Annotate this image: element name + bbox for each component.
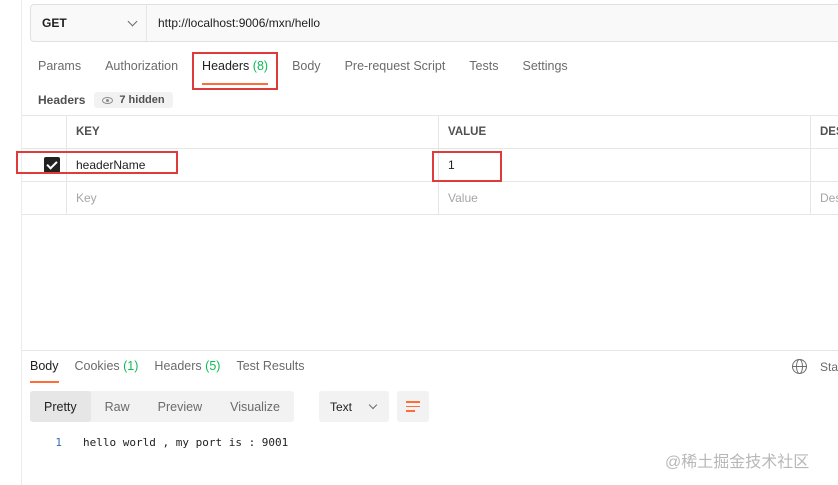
header-value-input[interactable]: 1	[439, 149, 811, 181]
table-row-new: Key Value Des	[22, 182, 838, 215]
headers-table: KEY VALUE DES headerName 1 Key Value Des	[22, 115, 838, 215]
new-description-input[interactable]: Des	[811, 182, 838, 214]
chevron-down-icon	[127, 16, 138, 26]
row-enable-cell	[22, 149, 67, 181]
view-mode-pretty[interactable]: Pretty	[30, 391, 91, 422]
tab-body[interactable]: Body	[292, 59, 321, 85]
response-tab-headers[interactable]: Headers (5)	[154, 359, 220, 383]
table-header-row: KEY VALUE DES	[22, 116, 838, 149]
format-label: Text	[330, 399, 353, 414]
tab-authorization[interactable]: Authorization	[105, 59, 178, 85]
view-mode-raw[interactable]: Raw	[91, 391, 144, 422]
row-enable-cell-empty	[22, 182, 67, 214]
checkbox-column-header	[22, 116, 67, 148]
request-tabs: Params Authorization Headers (8) Body Pr…	[38, 59, 592, 85]
header-key-input[interactable]: headerName	[67, 149, 439, 181]
tab-params[interactable]: Params	[38, 59, 81, 85]
table-row: headerName 1	[22, 149, 838, 182]
code-line: hello world , my port is : 9001	[83, 436, 289, 449]
hidden-headers-label: 7 hidden	[119, 94, 165, 106]
response-divider[interactable]	[22, 350, 838, 351]
tab-pre-request-script[interactable]: Pre-request Script	[345, 59, 446, 85]
url-input[interactable]: http://localhost:9006/mxn/hello	[147, 16, 320, 30]
tab-tests[interactable]: Tests	[469, 59, 498, 85]
tab-headers-count: (8)	[252, 59, 269, 73]
tab-settings[interactable]: Settings	[522, 59, 567, 85]
header-description-input[interactable]	[811, 149, 838, 181]
response-tab-cookies[interactable]: Cookies (1)	[75, 359, 139, 383]
headers-subheader: Headers 7 hidden	[38, 92, 173, 108]
globe-icon[interactable]	[792, 359, 807, 374]
method-label: GET	[42, 16, 67, 30]
new-value-input[interactable]: Value	[439, 182, 811, 214]
eye-icon	[102, 96, 114, 104]
line-number: 1	[55, 436, 62, 449]
format-select[interactable]: Text	[319, 391, 389, 422]
tab-headers-label: Headers	[202, 59, 253, 73]
response-body-code[interactable]: 1 hello world , my port is : 9001	[30, 436, 288, 449]
view-mode-visualize[interactable]: Visualize	[216, 391, 294, 422]
method-select[interactable]: GET	[31, 5, 147, 41]
column-header-description: DES	[820, 126, 838, 138]
headers-section-label: Headers	[38, 93, 86, 107]
column-header-value: VALUE	[439, 116, 811, 148]
view-mode-preview[interactable]: Preview	[144, 391, 216, 422]
request-url-bar: GET http://localhost:9006/mxn/hello	[30, 4, 838, 42]
row-enabled-checkbox[interactable]	[44, 157, 60, 173]
response-tab-body[interactable]: Body	[30, 359, 59, 383]
wrap-lines-icon[interactable]	[397, 391, 429, 422]
hidden-headers-toggle[interactable]: 7 hidden	[94, 92, 173, 108]
response-tabs: Body Cookies (1) Headers (5) Test Result…	[30, 359, 321, 383]
chevron-down-icon	[368, 400, 378, 409]
response-tab-test-results[interactable]: Test Results	[236, 359, 304, 383]
view-mode-segmented: Pretty Raw Preview Visualize	[30, 391, 294, 422]
new-key-input[interactable]: Key	[67, 182, 439, 214]
status-label: Sta	[820, 360, 838, 374]
watermark: @稀土掘金技术社区	[665, 454, 810, 471]
tab-headers[interactable]: Headers (8)	[202, 59, 269, 85]
column-header-key: KEY	[67, 116, 439, 148]
left-rail	[0, 0, 22, 485]
